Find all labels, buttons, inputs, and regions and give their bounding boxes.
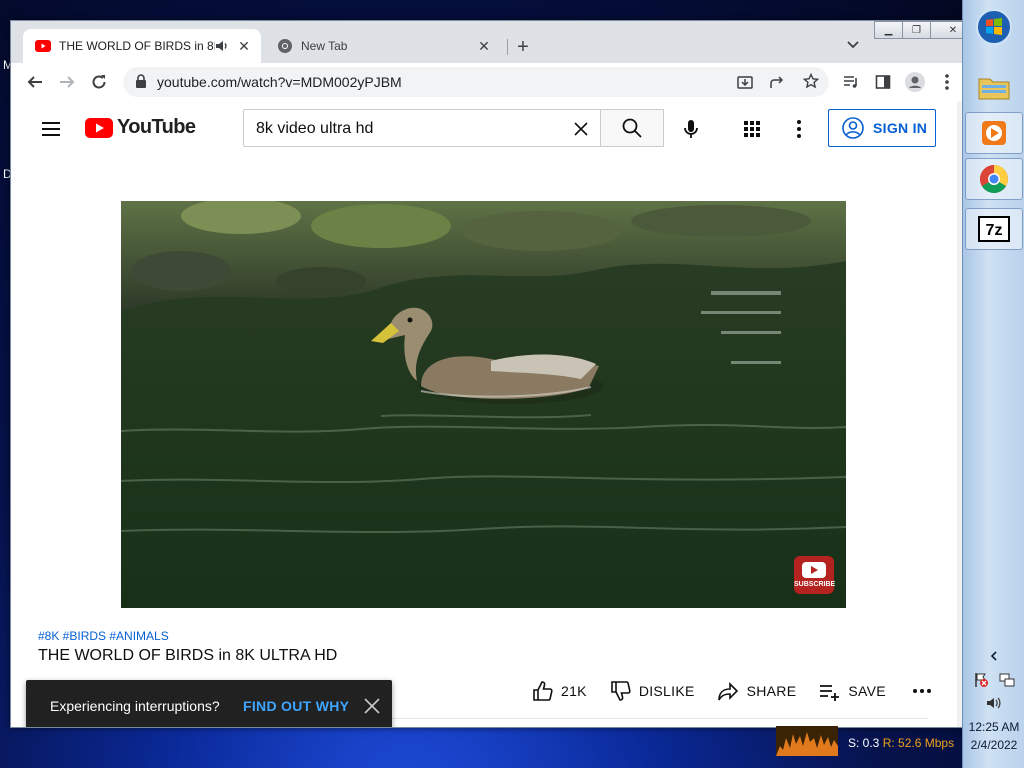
restore-icon[interactable]: ❐ (902, 21, 931, 39)
close-tab-icon[interactable]: ✕ (235, 37, 253, 55)
new-tab-button[interactable]: + (511, 35, 535, 59)
install-app-icon[interactable] (737, 74, 753, 95)
folder-icon (978, 78, 1010, 100)
browser-toolbar: youtube.com/watch?v=MDM002yPJBM (11, 63, 963, 102)
chrome-menu-icon[interactable] (935, 70, 959, 94)
share-label: SHARE (746, 683, 797, 699)
search-button[interactable] (600, 109, 664, 147)
profile-avatar-icon[interactable] (903, 70, 927, 94)
url-text: youtube.com/watch?v=MDM002yPJBM (157, 74, 402, 90)
7zip-taskbar-button[interactable]: 7z (965, 208, 1023, 250)
windows-orb-icon (976, 9, 1012, 45)
clear-search-icon[interactable] (570, 118, 592, 140)
media-player-icon (982, 121, 1006, 145)
close-window-icon[interactable]: ✕ (930, 21, 963, 39)
back-arrow-icon[interactable] (23, 70, 47, 94)
video-title: THE WORLD OF BIRDS in 8K ULTRA HD (38, 647, 338, 664)
share-arrow-icon (717, 682, 738, 701)
speaker-icon[interactable] (215, 40, 229, 52)
account-icon (842, 117, 864, 139)
network-stats: S: 0.3 R: 52.6 Mbps (848, 736, 954, 750)
video-hashtags[interactable]: #8K #BIRDS #ANIMALS (38, 629, 169, 643)
network-monitor: S: 0.3 R: 52.6 Mbps (774, 724, 954, 760)
svg-text:7z: 7z (986, 222, 1003, 239)
hamburger-menu-icon[interactable] (39, 117, 63, 141)
find-out-why-link[interactable]: FIND OUT WHY (243, 698, 349, 714)
youtube-page: YouTube 8k video ultra hd SIGN IN SUBSCR… (11, 101, 963, 727)
subscribe-watermark[interactable]: SUBSCRIBE (794, 556, 836, 594)
tray-icons (963, 672, 1024, 691)
window-controls: ▁ ❐ ✕ (874, 21, 963, 39)
share-button[interactable]: SHARE (717, 680, 797, 702)
video-frame-duck-image (121, 201, 846, 608)
tab-title: New Tab (301, 39, 348, 53)
clock-date[interactable]: 2/4/2022 (963, 738, 1024, 752)
close-toast-icon[interactable] (362, 696, 382, 716)
save-button[interactable]: SAVE (818, 680, 886, 702)
sign-in-button[interactable]: SIGN IN (828, 109, 936, 147)
search-icon (622, 118, 642, 138)
search-query: 8k video ultra hd (256, 120, 374, 137)
action-center-flag-icon[interactable] (973, 672, 989, 691)
lock-icon[interactable] (135, 74, 147, 93)
microphone-icon[interactable] (679, 117, 703, 141)
bookmark-star-icon[interactable] (802, 72, 820, 94)
dislike-button[interactable]: DISLIKE (609, 680, 695, 702)
search-input[interactable]: 8k video ultra hd (243, 109, 601, 147)
chrome-taskbar-button[interactable] (965, 158, 1023, 200)
video-actions: 21K DISLIKE SHARE SAVE (531, 679, 962, 703)
close-tab-icon[interactable]: ✕ (475, 37, 493, 55)
tab-divider (507, 39, 508, 55)
thumbs-down-icon (611, 681, 631, 701)
youtube-header: YouTube 8k video ultra hd SIGN IN (11, 101, 963, 157)
toast-message: Experiencing interruptions? (50, 698, 220, 714)
forward-arrow-icon[interactable] (55, 70, 79, 94)
tab-title: THE WORLD OF BIRDS in 8K (59, 39, 215, 53)
windows-taskbar: 7z 12:25 AM 2/4/2022 (962, 0, 1024, 768)
more-horizontal-icon (912, 689, 931, 693)
address-bar[interactable]: youtube.com/watch?v=MDM002yPJBM (123, 67, 829, 97)
7zip-icon: 7z (978, 216, 1010, 242)
tab-search-chevron-icon[interactable] (843, 35, 863, 55)
subscribe-watermark-text: SUBSCRIBE (794, 581, 836, 588)
share-page-icon[interactable] (769, 74, 785, 95)
sign-in-label: SIGN IN (873, 120, 928, 136)
like-count: 21K (561, 683, 587, 699)
chrome-window: THE WORLD OF BIRDS in 8K ✕ New Tab ✕ + ▁… (10, 20, 964, 728)
thumbs-up-icon (533, 681, 553, 701)
network-stats-r: R: 52.6 Mbps (882, 736, 955, 750)
chrome-favicon-icon (277, 38, 293, 54)
tab-youtube-video[interactable]: THE WORLD OF BIRDS in 8K ✕ (23, 29, 261, 63)
network-tray-icon[interactable] (999, 672, 1015, 691)
minimize-icon[interactable]: ▁ (874, 21, 903, 39)
start-button[interactable] (965, 6, 1023, 48)
playlist-add-icon (820, 685, 840, 701)
apps-grid-icon[interactable] (740, 117, 764, 141)
show-hidden-icons-chevron[interactable] (963, 650, 1024, 664)
save-label: SAVE (848, 683, 886, 699)
youtube-logo-icon (85, 117, 113, 138)
dislike-label: DISLIKE (638, 683, 695, 699)
tab-strip: THE WORLD OF BIRDS in 8K ✕ New Tab ✕ + ▁… (11, 21, 963, 63)
media-control-icon[interactable] (839, 70, 863, 94)
volume-tray-icon[interactable] (963, 696, 1024, 713)
tab-new-tab[interactable]: New Tab ✕ (265, 29, 501, 63)
chrome-icon (980, 165, 1008, 193)
clock-time[interactable]: 12:25 AM (963, 720, 1024, 734)
youtube-logo[interactable]: YouTube (85, 116, 196, 139)
network-stats-s: S: 0.3 (848, 736, 880, 750)
media-player-taskbar-button[interactable] (965, 112, 1023, 154)
youtube-wordmark: YouTube (117, 116, 196, 138)
more-actions-button[interactable] (912, 688, 940, 694)
reload-icon[interactable] (87, 70, 111, 94)
network-graph (776, 726, 838, 756)
file-explorer-taskbar-button[interactable] (965, 66, 1023, 108)
interruption-toast: Experiencing interruptions? FIND OUT WHY (26, 680, 392, 727)
settings-more-icon[interactable] (787, 117, 811, 141)
side-panel-icon[interactable] (871, 70, 895, 94)
like-button[interactable]: 21K (531, 680, 587, 702)
video-player[interactable]: SUBSCRIBE (121, 201, 846, 608)
youtube-favicon-icon (35, 38, 51, 54)
